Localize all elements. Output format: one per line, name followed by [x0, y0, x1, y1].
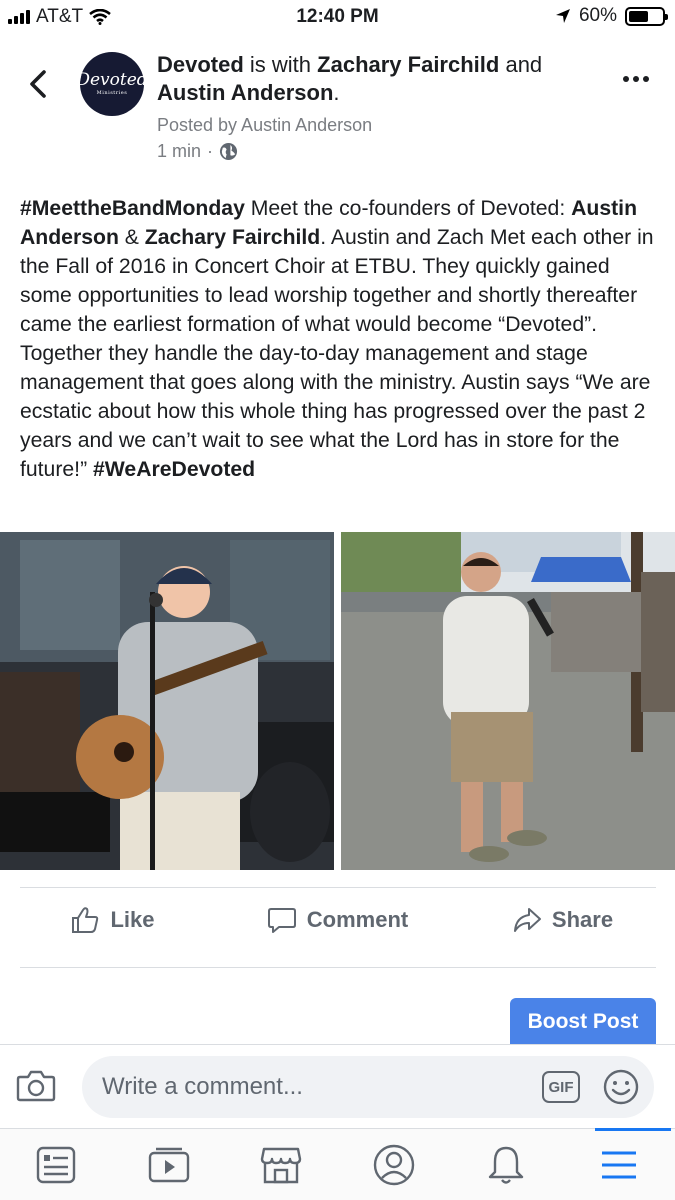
comment-bar: Write a comment... GIF	[0, 1044, 675, 1128]
tab-notifications[interactable]	[450, 1129, 563, 1200]
status-bar: AT&T 12:40 PM 60%	[0, 0, 675, 34]
chevron-left-icon	[30, 70, 46, 98]
profile-icon	[373, 1144, 414, 1185]
hamburger-menu-icon	[601, 1151, 636, 1178]
post-body: #MeettheBandMonday Meet the co-founders …	[20, 197, 654, 481]
photo-singer[interactable]	[341, 532, 675, 870]
photo-guitarist[interactable]	[0, 532, 334, 870]
comment-label: Comment	[306, 907, 409, 932]
back-button[interactable]	[24, 66, 54, 102]
avatar-logo-subtext: Ministries	[96, 90, 128, 96]
hashtag-link[interactable]: #MeettheBandMonday	[20, 197, 245, 220]
post-actions: Like Comment Share	[0, 890, 675, 950]
video-play-icon	[148, 1147, 189, 1182]
post-timestamp[interactable]: 1 min	[157, 141, 201, 162]
page-avatar[interactable]: Devoted Ministries	[76, 52, 148, 116]
boost-post-button[interactable]: Boost Post	[510, 998, 656, 1046]
comment-button[interactable]: Comment	[225, 890, 450, 950]
smiley-icon	[603, 1069, 639, 1105]
location-arrow-icon	[555, 9, 570, 23]
tagged-user-link[interactable]: Austin Anderson	[157, 80, 333, 105]
thumbs-up-icon	[72, 907, 99, 933]
photo-grid	[0, 532, 675, 870]
camera-icon	[16, 1070, 56, 1102]
gif-button[interactable]: GIF	[542, 1071, 580, 1103]
posted-by-label: Posted by Austin Anderson	[157, 115, 373, 135]
comment-bubble-icon	[267, 908, 296, 933]
camera-button[interactable]	[16, 1067, 56, 1108]
news-feed-icon	[37, 1146, 76, 1183]
avatar-logo-text: Devoted	[76, 70, 148, 90]
page-name-link[interactable]: Devoted	[157, 52, 244, 77]
more-options-button[interactable]	[623, 76, 649, 82]
divider	[20, 887, 656, 888]
tab-menu[interactable]	[563, 1128, 675, 1200]
tab-news-feed[interactable]	[0, 1129, 113, 1200]
tagged-user-link[interactable]: Zachary Fairchild	[317, 52, 499, 77]
globe-icon	[219, 142, 238, 161]
storefront-icon	[261, 1147, 302, 1183]
share-button[interactable]: Share	[450, 890, 675, 950]
bottom-tab-bar	[0, 1128, 675, 1200]
tab-marketplace[interactable]	[225, 1129, 338, 1200]
comment-placeholder: Write a comment...	[102, 1073, 303, 1100]
divider	[20, 967, 656, 968]
hashtag-link[interactable]: #WeAreDevoted	[93, 458, 255, 481]
tab-watch[interactable]	[113, 1129, 226, 1200]
name-mention[interactable]: Zachary Fairchild	[145, 226, 320, 249]
emoji-button[interactable]	[602, 1068, 640, 1111]
battery-percent: 60%	[578, 5, 617, 26]
tab-profile[interactable]	[338, 1129, 451, 1200]
bell-icon	[489, 1146, 524, 1184]
battery-icon	[625, 6, 668, 26]
post-header: Devoted is with Zachary Fairchild and Au…	[157, 52, 543, 105]
post-meta: 1 min ·	[157, 141, 238, 162]
share-arrow-icon	[513, 908, 541, 932]
like-button[interactable]: Like	[0, 890, 225, 950]
share-label: Share	[551, 907, 614, 932]
like-label: Like	[110, 907, 155, 932]
comment-input[interactable]: Write a comment... GIF	[82, 1056, 654, 1118]
